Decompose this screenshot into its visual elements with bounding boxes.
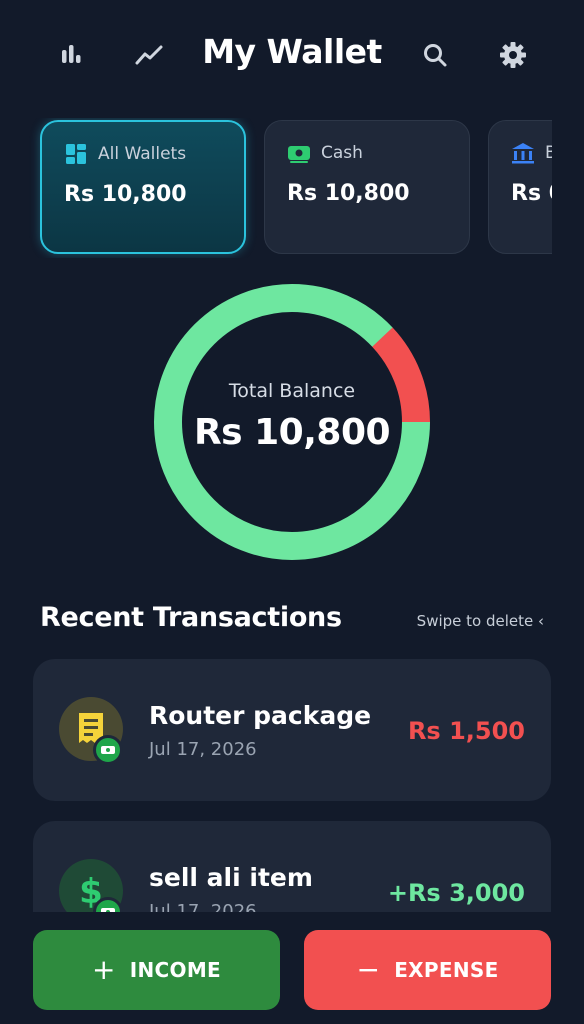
total-balance-value: Rs 10,800 — [193, 412, 391, 453]
swipe-hint: Swipe to delete ‹ — [416, 612, 544, 630]
search-icon[interactable] — [418, 38, 452, 72]
app-header: My Wallet — [0, 0, 584, 110]
wallet-card-value: Rs 10,800 — [64, 182, 187, 207]
dashboard-icon — [66, 144, 86, 164]
wallet-card-cash[interactable]: Cash Rs 10,800 — [264, 120, 470, 254]
add-income-button[interactable]: + INCOME — [33, 930, 280, 1010]
wallet-card-value: Rs 10,800 — [287, 181, 410, 206]
transaction-name: Router package — [149, 701, 372, 730]
cash-icon — [93, 735, 123, 765]
income-button-label: INCOME — [129, 958, 221, 982]
gear-icon[interactable] — [496, 38, 530, 72]
expense-button-label: EXPENSE — [394, 958, 499, 982]
transaction-list[interactable]: Router package Jul 17, 2026 Rs 1,500 $ s… — [0, 655, 584, 913]
plus-icon: + — [92, 953, 116, 986]
cash-icon — [288, 146, 310, 163]
section-title: Recent Transactions — [40, 602, 342, 633]
transaction-amount: +Rs 3,000 — [387, 879, 525, 907]
add-expense-button[interactable]: − EXPENSE — [304, 930, 551, 1010]
transaction-name: sell ali item — [149, 863, 313, 892]
wallet-carousel[interactable]: All Wallets Rs 10,800 Cash Rs 10,800 B R… — [0, 118, 552, 258]
wallet-card-value: Rs 0 — [511, 181, 552, 206]
minus-icon: − — [356, 953, 381, 986]
total-balance-label: Total Balance — [228, 380, 356, 402]
transaction-row[interactable]: Router package Jul 17, 2026 Rs 1,500 — [33, 659, 551, 801]
wallet-card-label: B — [545, 143, 552, 163]
transaction-amount: Rs 1,500 — [407, 717, 525, 745]
wallet-card-label: Cash — [321, 143, 363, 163]
transaction-row[interactable]: $ sell ali item Jul 17, 2026 +Rs 3,000 — [33, 821, 551, 913]
transaction-date: Jul 17, 2026 — [149, 739, 257, 760]
wallet-card-bank[interactable]: B Rs 0 — [488, 120, 552, 254]
wallet-card-all[interactable]: All Wallets Rs 10,800 — [40, 120, 246, 254]
wallet-card-label: All Wallets — [98, 144, 187, 164]
bank-icon — [512, 143, 534, 164]
